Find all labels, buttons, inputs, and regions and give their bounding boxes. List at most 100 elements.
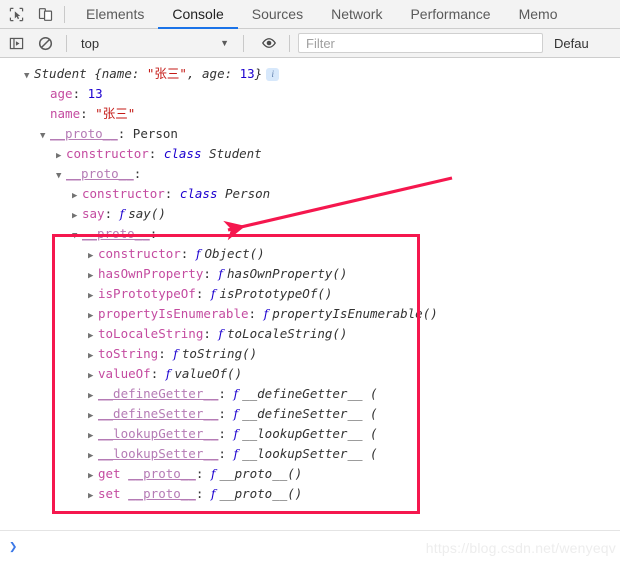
chevron-right-icon[interactable]: ▶ — [88, 446, 98, 466]
object-tree-row[interactable]: ▶ toLocaleString: f toLocaleString() — [0, 324, 347, 344]
tab-sources[interactable]: Sources — [238, 0, 317, 29]
tree-token: __lookupSetter__ — [98, 446, 219, 461]
object-tree-row[interactable]: ▶ hasOwnProperty: f hasOwnProperty() — [0, 264, 347, 284]
object-tree-row[interactable]: ▶ set __proto__: f __proto__() — [0, 484, 302, 504]
object-tree-row[interactable]: ▼ __proto__: — [0, 224, 157, 244]
chevron-right-icon[interactable]: ▶ — [88, 306, 98, 326]
chevron-right-icon[interactable]: ▶ — [72, 206, 82, 226]
tree-token: Person — [225, 186, 271, 201]
console-sidebar-icon[interactable] — [4, 31, 29, 56]
tree-token: toString — [98, 346, 159, 361]
tree-token: __proto__ — [128, 466, 196, 481]
tree-token: name — [50, 106, 81, 121]
tree-token: f — [218, 326, 228, 341]
tree-token: : — [195, 286, 211, 301]
object-tree-row[interactable]: ▶ get __proto__: f __proto__() — [0, 464, 302, 484]
object-tree-row[interactable]: ▶age: 13 — [0, 84, 103, 104]
chevron-right-icon[interactable]: ▶ — [88, 266, 98, 286]
toolbar-divider-1 — [66, 34, 67, 52]
prompt-chevron-icon: ❯ — [9, 539, 18, 555]
log-levels-select[interactable]: Defau — [554, 36, 589, 51]
tree-token: f — [210, 486, 220, 501]
inspect-cursor-icon[interactable] — [4, 2, 29, 27]
tree-token: get — [98, 466, 129, 481]
tree-token: propertyIsEnumerable() — [272, 306, 438, 321]
tree-token: __proto__ — [128, 486, 196, 501]
tree-token: toLocaleString() — [227, 326, 348, 341]
object-tree-row[interactable]: ▶ say: f say() — [0, 204, 166, 224]
tree-token: 13 — [239, 66, 255, 81]
tree-token: } — [254, 66, 263, 81]
tab-memory[interactable]: Memo — [505, 0, 572, 29]
filter-input[interactable]: Filter — [298, 33, 543, 53]
tree-token: toString() — [181, 346, 258, 361]
object-tree-row[interactable]: ▶ constructor: class Person — [0, 184, 270, 204]
console-prompt[interactable]: ❯ https://blog.csdn.net/wenyeqv — [0, 530, 620, 567]
chevron-down-icon[interactable]: ▼ — [24, 66, 34, 86]
object-tree-row[interactable]: ▶ propertyIsEnumerable: f propertyIsEnume… — [0, 304, 438, 324]
object-tree-row[interactable]: ▶name: "张三" — [0, 104, 135, 124]
tree-token: __proto__ — [82, 226, 150, 241]
chevron-down-icon[interactable]: ▼ — [56, 166, 66, 186]
chevron-right-icon[interactable]: ▶ — [88, 386, 98, 406]
chevron-right-icon[interactable]: ▶ — [88, 326, 98, 346]
tree-token: : — [218, 406, 234, 421]
object-tree-row[interactable]: ▶ __defineGetter__: f __defineGetter__ ( — [0, 384, 378, 404]
chevron-right-icon[interactable]: ▶ — [88, 426, 98, 446]
chevron-right-icon[interactable]: ▶ — [88, 346, 98, 366]
info-badge-icon[interactable]: i — [266, 68, 280, 81]
object-tree-row[interactable]: ▼ __proto__: — [0, 164, 141, 184]
live-expression-icon[interactable] — [256, 31, 281, 56]
tree-token: f — [119, 206, 129, 221]
chevron-right-icon[interactable]: ▶ — [56, 146, 66, 166]
tree-token: : — [195, 466, 211, 481]
clear-console-icon[interactable] — [33, 31, 58, 56]
object-tree-row[interactable]: ▼ __proto__: Person — [0, 124, 178, 144]
tree-token: : — [149, 226, 158, 241]
tree-indent-spacer: ▶ — [40, 106, 50, 126]
tab-network[interactable]: Network — [317, 0, 396, 29]
chevron-right-icon[interactable]: ▶ — [88, 366, 98, 386]
tree-token: say — [82, 206, 105, 221]
tree-token: : — [104, 206, 120, 221]
tree-token: : — [195, 486, 211, 501]
tab-console[interactable]: Console — [158, 0, 238, 29]
object-tree-row[interactable]: ▶ __lookupSetter__: f __lookupSetter__ ( — [0, 444, 378, 464]
tree-token: : — [218, 446, 234, 461]
tree-token: __proto__() — [219, 466, 303, 481]
object-tree-row[interactable]: ▶ constructor: class Student — [0, 144, 262, 164]
object-tree-row[interactable]: ▶ __defineSetter__: f __defineSetter__ ( — [0, 404, 378, 424]
chevron-right-icon[interactable]: ▶ — [88, 406, 98, 426]
tree-token: __defineSetter__ — [98, 406, 219, 421]
chevron-right-icon[interactable]: ▶ — [88, 246, 98, 266]
tree-token: , age: — [186, 66, 240, 81]
tree-token: valueOf — [98, 366, 151, 381]
object-tree-row[interactable]: ▶ isPrototypeOf: f isPrototypeOf() — [0, 284, 332, 304]
object-tree-row[interactable]: ▶ __lookupGetter__: f __lookupGetter__ ( — [0, 424, 378, 444]
toolbar-divider-2 — [243, 34, 244, 52]
chevron-right-icon[interactable]: ▶ — [88, 486, 98, 506]
object-tree-row[interactable]: ▶ constructor: f Object() — [0, 244, 265, 264]
execution-context-select[interactable]: top ▼ — [75, 33, 235, 53]
object-tree-row[interactable]: ▶ toString: f toString() — [0, 344, 257, 364]
tree-token: f — [263, 306, 273, 321]
device-toolbar-icon[interactable] — [33, 2, 58, 27]
tab-elements[interactable]: Elements — [72, 0, 158, 29]
chevron-down-icon[interactable]: ▼ — [40, 126, 50, 146]
object-tree-row[interactable]: ▼ Student {name: "张三", age: 13} i — [0, 64, 280, 86]
chevron-right-icon[interactable]: ▶ — [72, 186, 82, 206]
chevron-right-icon[interactable]: ▶ — [88, 466, 98, 486]
tree-token: f — [233, 426, 243, 441]
tab-performance[interactable]: Performance — [396, 0, 504, 29]
tree-token: : — [218, 386, 234, 401]
chevron-down-icon[interactable]: ▼ — [72, 226, 82, 246]
execution-context-value: top — [81, 35, 100, 51]
tree-token: hasOwnProperty — [98, 266, 204, 281]
console-output: ▼Student {name: "张三", age: 13}i▶age: 13▶… — [0, 58, 620, 509]
chevron-right-icon[interactable]: ▶ — [88, 286, 98, 306]
tree-token: f — [173, 346, 182, 361]
tree-token: : — [133, 166, 142, 181]
tree-token: constructor — [66, 146, 149, 161]
tree-token: __defineGetter__ — [98, 386, 219, 401]
object-tree-row[interactable]: ▶ valueOf: f valueOf() — [0, 364, 242, 384]
